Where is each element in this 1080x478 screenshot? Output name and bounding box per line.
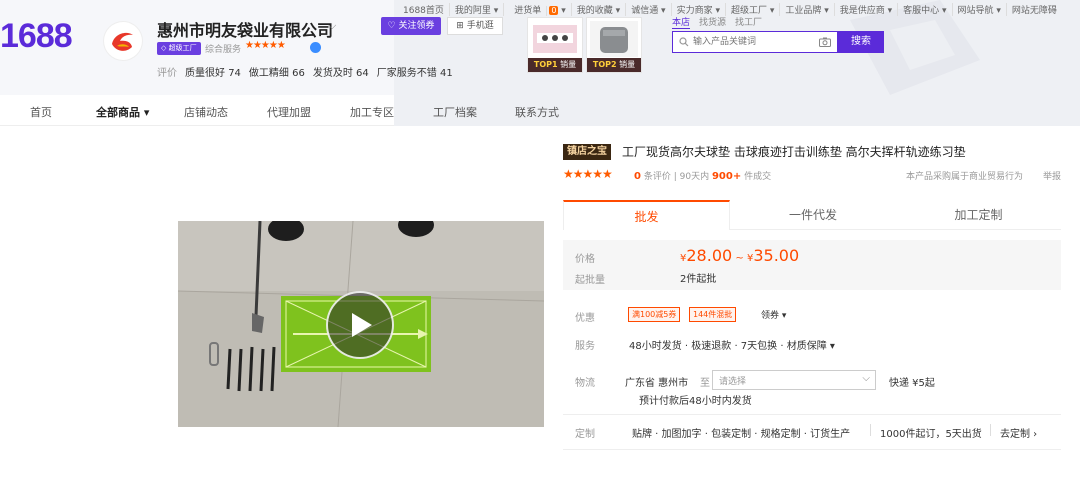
search-tab-this-shop[interactable]: 本店 [672,15,691,29]
super-factory-badge: ◇ 超级工厂 [157,42,201,55]
tab-wholesale[interactable]: 批发 [563,200,730,230]
topnav-service-center[interactable]: 客服中心 ▾ [898,3,953,16]
price-low: 28.00 [686,246,733,265]
shop-name[interactable]: 惠州市明友袋业有限公司 [157,17,333,41]
topnav-chengxintong[interactable]: 诚信通 ▾ [626,3,672,16]
trade-note: 本产品采购属于商业贸易行为 [906,172,1024,182]
rating-item: 做工精细 66 [248,68,305,79]
chevron-down-icon[interactable]: ⌵ [328,19,336,33]
price-separator: ~ [735,253,744,264]
review-info: 0 条评价 | 90天内 900+ 件成交 [634,171,772,182]
search-tab-find-goods[interactable]: 找货源 [699,15,726,29]
shop-nav-processing[interactable]: 加工专区 [350,104,394,120]
shop-nav-news[interactable]: 店铺动态 [184,104,228,120]
topnav-favorites[interactable]: 我的收藏 ▾ [572,3,627,16]
topnav-supplier[interactable]: 我是供应商 ▾ [835,3,899,16]
search-tab-find-factory[interactable]: 找工厂 [735,15,762,29]
moq-label: 起批量 [575,275,605,286]
product-image [533,25,577,53]
ship-to-label: 至 [700,378,710,389]
shop-ratings: 评价 质量很好 74 做工精细 66 发货及时 64 厂家服务不错 41 [157,64,453,79]
customization-label: 定制 [575,429,595,440]
search-icon [679,37,689,47]
follow-button[interactable]: ♡ 关注领券 [381,17,441,35]
shop-nav-contact[interactable]: 联系方式 [515,104,559,120]
search-button[interactable]: 搜索 [838,31,884,53]
sold-count: 900+ [711,171,742,182]
price-area [563,240,1061,290]
chevron-down-icon: ⌵ [862,373,870,384]
top-product-thumb-2[interactable]: TOP2 销量 [586,17,642,73]
top-product-thumb-1[interactable]: TOP1 销量 [527,17,583,73]
topnav-my-alibaba[interactable]: 我的阿里 ▾ [450,3,505,16]
shop-nav-factory-profile[interactable]: 工厂档案 [433,104,477,120]
shop-nav-agency[interactable]: 代理加盟 [267,104,311,120]
topnav-industrial-brands[interactable]: 工业品牌 ▾ [780,3,835,16]
service-label: 服务 [575,341,595,352]
discount-label: 优惠 [575,313,595,324]
tab-custom-processing[interactable]: 加工定制 [896,200,1061,230]
camera-icon[interactable] [819,37,831,47]
moq-value: 2件起批 [680,274,717,285]
search-box [672,31,838,53]
service-rank-stars: ★★★★★ [245,40,286,51]
shop-avatar[interactable] [104,22,142,60]
ratings-prefix: 评价 [157,68,177,79]
site-logo[interactable]: 1688 [0,17,73,56]
shop-nav-all-products[interactable]: 全部商品 ▾ [96,104,149,120]
shop-treasure-badge: 镇店之宝 [563,144,611,160]
search-input[interactable] [693,34,813,50]
service-guarantees[interactable]: 48小时发货 · 极速退款 · 7天包换 · 材质保障 ▾ [629,337,835,352]
review-stars: ★★★★★ [563,167,613,181]
divider [870,424,871,436]
topnav-site-nav[interactable]: 网站导航 ▾ [953,3,1007,16]
review-count[interactable]: 0 [634,171,641,182]
topnav-accessibility[interactable]: 网站无障碍 [1007,3,1062,16]
divider [990,424,991,436]
mobile-browse-button[interactable]: ⊞ 手机逛 [447,17,503,35]
region-select[interactable]: 请选择 ⌵ [712,370,876,390]
cart-count-badge: 0 [549,6,559,15]
price-high: 35.00 [753,246,800,265]
sold-label: 件成交 [744,172,772,182]
sold-period: 90天内 [679,172,710,182]
logistics-label: 物流 [575,378,595,389]
product-title: 工厂现货高尔夫球垫 击球痕迹打击训练垫 高尔夫挥杆轨迹练习垫 [622,145,966,159]
service-rank-label: 综合服务 [205,45,242,55]
coupon-badge[interactable]: 满100减5券 [628,307,681,322]
shipping-fee: 快递 ¥5起 [889,378,935,389]
region-placeholder: 请选择 [719,377,747,387]
top-product-label: TOP2 销量 [587,58,641,72]
tab-dropship[interactable]: 一件代发 [730,200,896,230]
top-product-label: TOP1 销量 [528,58,582,72]
price-range: ¥28.00 ~ ¥35.00 [680,246,800,265]
shop-nav-home[interactable]: 首页 [30,104,52,120]
verified-icon [310,42,321,53]
super-factory-badge-label: 超级工厂 [168,44,197,52]
price-label: 价格 [575,254,595,265]
customization-options: 贴牌 · 加图加字 · 包装定制 · 规格定制 · 订货生产 [632,429,851,440]
rating-item: 发货及时 64 [312,68,369,79]
topnav-home[interactable]: 1688首页 [398,3,450,16]
rating-item: 厂家服务不错 41 [376,68,453,79]
topnav-cart[interactable]: 进货单 0 ▾ [504,3,572,16]
rating-item: 质量很好 74 [185,68,241,79]
report-link[interactable]: 举报 [1043,169,1061,182]
product-image [590,21,638,57]
go-customize-link[interactable]: 去定制 › [1000,425,1037,440]
search-tabs: 本店 找货源 找工厂 [672,15,762,29]
review-label: 条评价 [643,172,671,182]
mixed-batch-badge[interactable]: 144件混批 [689,307,737,322]
get-coupon-link[interactable]: 领券 ▾ [761,308,786,321]
purchase-tabs: 批发 一件代发 加工定制 [563,200,1061,230]
ship-origin: 广东省 惠州市 [625,378,689,389]
ship-estimate: 预计付款后48小时内发货 [639,396,752,407]
customization-moq: 1000件起订，5天出货 [880,429,982,440]
play-icon[interactable] [352,313,372,337]
